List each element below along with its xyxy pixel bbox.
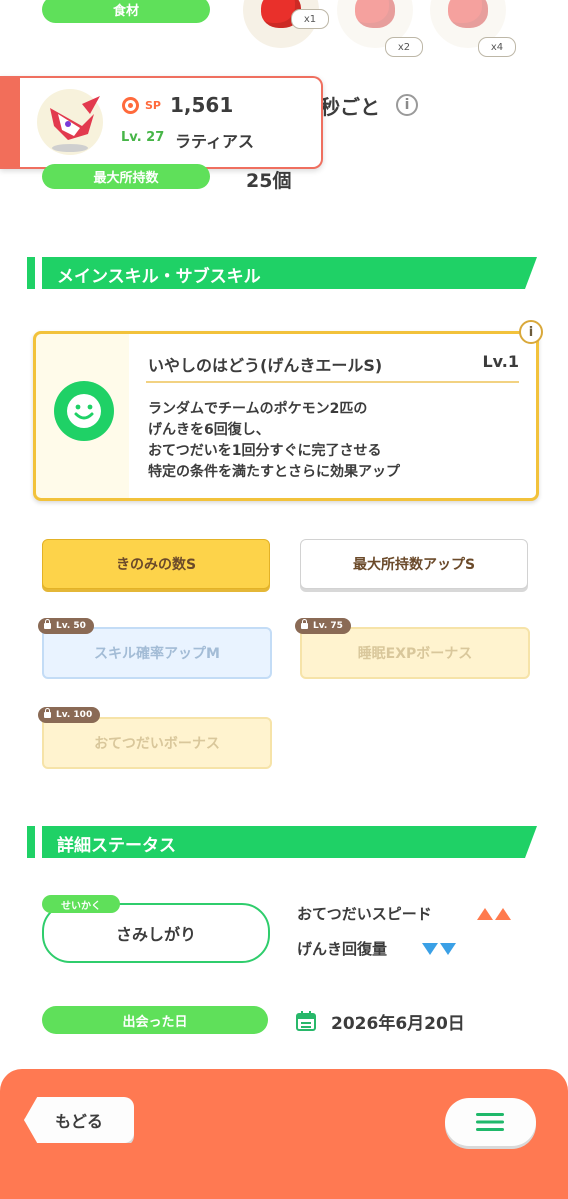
ingredient-slot-1[interactable]: x1 <box>243 0 329 48</box>
skill-info-icon[interactable]: i <box>519 320 543 344</box>
menu-button[interactable] <box>445 1098 536 1146</box>
popup-accent-bar <box>0 78 20 167</box>
pokemon-name: ラティアス <box>175 132 255 151</box>
sub-skill-3[interactable]: スキル確率アップM <box>42 627 272 679</box>
back-label: もどる <box>55 1112 103 1131</box>
lock-icon <box>44 619 51 629</box>
ingredients-label: 食材 <box>42 0 210 23</box>
up-arrows-icon <box>477 906 513 925</box>
description-line: げんきを6回復し、 <box>148 422 270 438</box>
stat-up-label: おてつだいスピード <box>297 905 432 923</box>
divider <box>146 381 519 383</box>
main-skill-level: Lv.1 <box>482 352 519 371</box>
pokemon-sprite <box>34 86 106 158</box>
sp-icon <box>122 97 139 114</box>
met-date-label: 出会った日 <box>42 1006 268 1034</box>
main-skill-body: いやしのはどう(げんきエールS) Lv.1 ランダムでチームのポケモン2匹の げ… <box>129 334 536 498</box>
smile-icon <box>54 381 114 441</box>
lock-badge: Lv. 75 <box>295 618 351 634</box>
ingredient-multiplier: x1 <box>291 9 329 29</box>
description-line: 特定の条件を満たすとさらに効果アップ <box>148 464 400 480</box>
footer-bar: もどる <box>0 1069 568 1199</box>
description-line: ランダムでチームのポケモン2匹の <box>148 401 368 417</box>
ingredient-multiplier: x4 <box>478 37 516 57</box>
met-date-value: 2026年6月20日 <box>331 1014 465 1034</box>
down-arrows-icon <box>422 941 458 960</box>
main-skill-card[interactable]: いやしのはどう(げんきエールS) Lv.1 ランダムでチームのポケモン2匹の げ… <box>33 331 539 501</box>
sub-skill-2[interactable]: 最大所持数アップS <box>300 539 528 589</box>
main-skill-description: ランダムでチームのポケモン2匹の げんきを6回復し、 おてつだいを1回分すぐに完… <box>148 399 400 483</box>
section-mark <box>27 257 35 289</box>
ingredient-multiplier: x2 <box>385 37 423 57</box>
back-button[interactable]: もどる <box>24 1097 134 1143</box>
sp-label: SP <box>145 99 161 112</box>
skills-section-title: メインスキル・サブスキル <box>57 267 261 287</box>
lock-badge: Lv. 100 <box>38 707 101 723</box>
hamburger-icon <box>476 1113 504 1131</box>
details-section-title: 詳細ステータス <box>57 836 176 856</box>
details-section-header: 詳細ステータス <box>27 826 537 858</box>
stat-down-label: げんき回復量 <box>297 940 388 958</box>
section-mark <box>27 826 35 858</box>
tomato-icon <box>448 0 488 28</box>
pokemon-popup-card[interactable]: SP 1,561 Lv. 27 ラティアス <box>0 76 323 169</box>
nature-value: さみしがり <box>115 925 196 944</box>
help-time-suffix: 秒ごと <box>320 95 380 119</box>
calendar-icon <box>295 1010 317 1036</box>
sub-skill-1[interactable]: きのみの数S <box>42 539 270 589</box>
sub-skill-5[interactable]: おてつだいボーナス <box>42 717 272 769</box>
pokemon-level: Lv. 27 <box>121 130 165 145</box>
sub-skill-4[interactable]: 睡眠EXPボーナス <box>300 627 530 679</box>
lock-icon <box>44 708 51 718</box>
lock-icon <box>301 619 308 629</box>
description-line: おてつだいを1回分すぐに完了させる <box>148 443 382 459</box>
max-carry-label: 最大所持数 <box>42 164 210 189</box>
lock-badge: Lv. 50 <box>38 618 94 634</box>
tomato-icon <box>355 0 395 28</box>
max-carry-value: 25個 <box>246 170 292 192</box>
main-skill-name: いやしのはどう(げんきエールS) <box>148 356 383 375</box>
nature-tag: せいかく <box>42 895 120 913</box>
skills-section-header: メインスキル・サブスキル <box>27 257 537 289</box>
info-icon[interactable]: i <box>396 94 418 116</box>
sp-value: 1,561 <box>170 93 234 117</box>
